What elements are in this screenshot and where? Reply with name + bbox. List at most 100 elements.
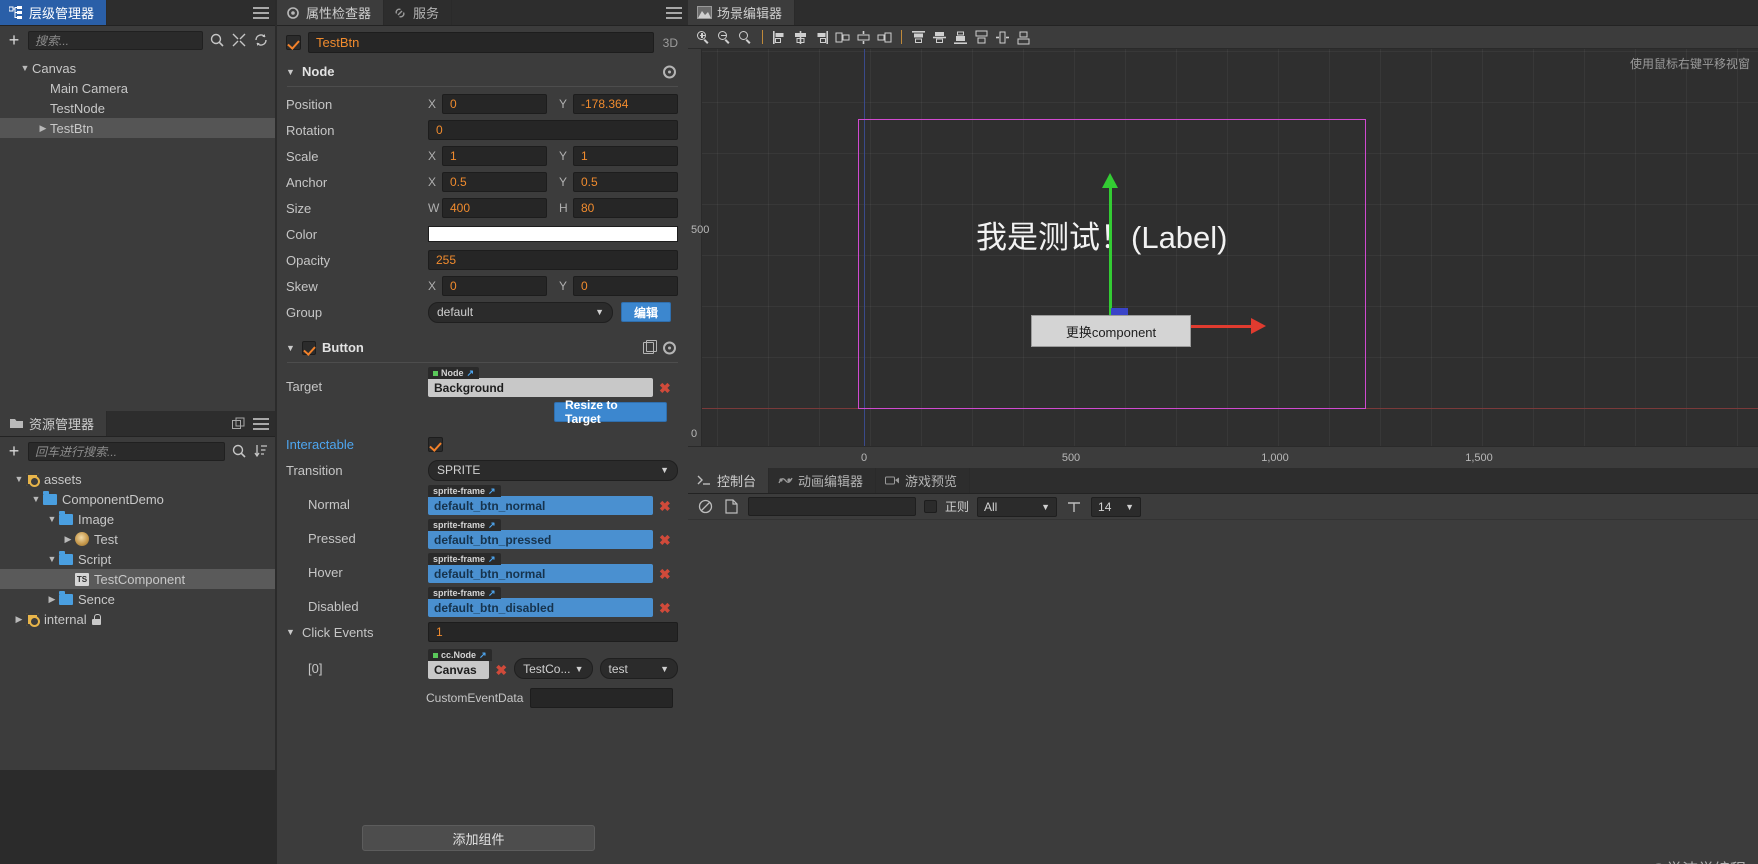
chevron-down-icon[interactable]: ▼ [45, 554, 59, 564]
chevron-right-icon[interactable]: ▶ [36, 123, 50, 134]
event-node-value[interactable]: Canvas [428, 660, 490, 679]
size-w-input[interactable]: 400 [442, 198, 547, 218]
gizmo-y-arrowhead[interactable] [1102, 173, 1118, 188]
interactable-checkbox[interactable] [428, 436, 443, 452]
group-edit-button[interactable]: 编辑 [621, 302, 671, 322]
align-center-h-icon[interactable] [793, 30, 808, 45]
log-level-select[interactable]: All ▼ [977, 496, 1058, 517]
size-h-input[interactable]: 80 [573, 198, 678, 218]
asset-row-test[interactable]: ▶ Test [0, 529, 275, 549]
chevron-down-icon[interactable]: ▼ [18, 63, 32, 73]
assets-menu-icon[interactable] [253, 417, 269, 430]
normal-clear-button[interactable]: ✖ [659, 498, 671, 515]
open-asset-icon[interactable]: ↗ [488, 588, 496, 599]
align-right-icon[interactable] [814, 30, 829, 45]
click-events-count-input[interactable]: 1 [428, 622, 678, 642]
node-section-header[interactable]: ▼ Node [277, 59, 688, 84]
tab-hierarchy[interactable]: 层级管理器 [0, 0, 108, 25]
chevron-right-icon[interactable]: ▶ [12, 614, 26, 625]
tree-node-canvas[interactable]: ▼ Canvas [0, 58, 275, 78]
button-section-header[interactable]: ▼ Button [277, 335, 688, 360]
distribute-left-icon[interactable] [835, 30, 850, 45]
distribute-right-icon[interactable] [877, 30, 892, 45]
gizmo-y-axis[interactable] [1109, 187, 1112, 323]
click-events-header[interactable]: ▼ Click Events [286, 625, 428, 640]
open-asset-icon[interactable]: ↗ [488, 520, 496, 531]
chevron-down-icon[interactable]: ▼ [286, 67, 296, 77]
text-size-icon[interactable] [1065, 498, 1083, 516]
hover-value[interactable]: default_btn_normal [428, 564, 653, 583]
assets-popout-icon[interactable] [232, 417, 245, 433]
asset-row-testcomponent[interactable]: TS TestComponent [0, 569, 275, 589]
color-swatch[interactable] [428, 226, 678, 242]
pressed-value[interactable]: default_btn_pressed [428, 530, 653, 549]
tab-assets[interactable]: 资源管理器 [0, 411, 108, 436]
node-enabled-checkbox[interactable] [286, 35, 301, 50]
assets-search-input[interactable]: 回车进行搜索... [28, 441, 225, 461]
event-handler-select[interactable]: test ▼ [599, 658, 678, 679]
button-section-gear-icon[interactable] [663, 341, 676, 354]
hierarchy-search-input[interactable]: 搜索... [28, 30, 203, 50]
event-node-clear-button[interactable]: ✖ [495, 662, 507, 679]
scale-x-input[interactable]: 1 [442, 146, 547, 166]
distribute-bottom-icon[interactable] [1016, 30, 1031, 45]
node-section-gear-icon[interactable] [663, 65, 676, 78]
clear-icon[interactable] [696, 498, 714, 516]
tab-console[interactable]: 控制台 [688, 468, 770, 493]
normal-value[interactable]: default_btn_normal [428, 496, 653, 515]
chevron-right-icon[interactable]: ▶ [45, 594, 59, 605]
chevron-right-icon[interactable]: ▶ [61, 534, 75, 545]
event-component-select[interactable]: TestCo... ▼ [514, 658, 593, 679]
disabled-value[interactable]: default_btn_disabled [428, 598, 653, 617]
rotation-input[interactable]: 0 [428, 120, 678, 140]
node-name-input[interactable]: TestBtn [308, 32, 654, 53]
asset-row-image[interactable]: ▼ Image [0, 509, 275, 529]
chevron-down-icon[interactable]: ▼ [12, 474, 26, 484]
skew-x-input[interactable]: 0 [442, 276, 547, 296]
hover-clear-button[interactable]: ✖ [659, 566, 671, 583]
inspector-menu-icon[interactable] [666, 6, 682, 19]
chevron-down-icon[interactable]: ▼ [286, 627, 296, 637]
tab-inspector[interactable]: 属性检查器 [277, 0, 385, 25]
3d-toggle[interactable]: 3D [663, 36, 678, 50]
add-component-button[interactable]: 添加组件 [362, 825, 595, 851]
distribute-middle-icon[interactable] [995, 30, 1010, 45]
copy-icon[interactable] [643, 339, 657, 354]
tab-animation-editor[interactable]: 动画编辑器 [769, 468, 877, 493]
align-top-icon[interactable] [911, 30, 926, 45]
asset-row-assets[interactable]: ▼ assets [0, 469, 275, 489]
transition-select[interactable]: SPRITE ▼ [428, 459, 678, 481]
align-left-icon[interactable] [772, 30, 787, 45]
tab-scene-editor[interactable]: 场景编辑器 [688, 0, 796, 25]
align-middle-icon[interactable] [932, 30, 947, 45]
asset-row-componentdemo[interactable]: ▼ ComponentDemo [0, 489, 275, 509]
target-value[interactable]: Background [428, 378, 653, 397]
font-size-select[interactable]: 14 ▼ [1091, 496, 1142, 517]
scene-button-node[interactable]: 更换component [1031, 315, 1191, 347]
open-asset-icon[interactable]: ↗ [488, 486, 496, 497]
chevron-down-icon[interactable]: ▼ [45, 514, 59, 524]
anchor-y-input[interactable]: 0.5 [573, 172, 678, 192]
distribute-top-icon[interactable] [974, 30, 989, 45]
open-asset-icon[interactable]: ↗ [467, 368, 475, 379]
tab-services[interactable]: 服务 [384, 0, 453, 25]
scale-y-input[interactable]: 1 [573, 146, 678, 166]
add-node-button[interactable]: + [6, 31, 22, 49]
button-enabled-checkbox[interactable] [302, 340, 316, 355]
position-y-input[interactable]: -178.364 [573, 94, 678, 114]
resize-to-target-button[interactable]: Resize to Target [554, 398, 667, 426]
console-search-input[interactable] [748, 497, 916, 516]
asset-row-script[interactable]: ▼ Script [0, 549, 275, 569]
collapse-all-icon[interactable] [231, 32, 247, 48]
asset-row-sence[interactable]: ▶ Sence [0, 589, 275, 609]
custom-event-data-input[interactable] [530, 688, 674, 708]
group-select[interactable]: default ▼ [428, 301, 613, 323]
scene-viewport[interactable]: 我是测试！(Label) 更换component 500 0 0 500 1,0… [688, 48, 1758, 468]
add-asset-button[interactable]: + [6, 442, 22, 460]
position-x-input[interactable]: 0 [442, 94, 547, 114]
chevron-down-icon[interactable]: ▼ [286, 343, 296, 353]
pressed-clear-button[interactable]: ✖ [659, 532, 671, 549]
open-asset-icon[interactable]: ↗ [479, 650, 487, 661]
target-clear-button[interactable]: ✖ [659, 380, 671, 397]
sync-icon[interactable] [253, 32, 269, 48]
